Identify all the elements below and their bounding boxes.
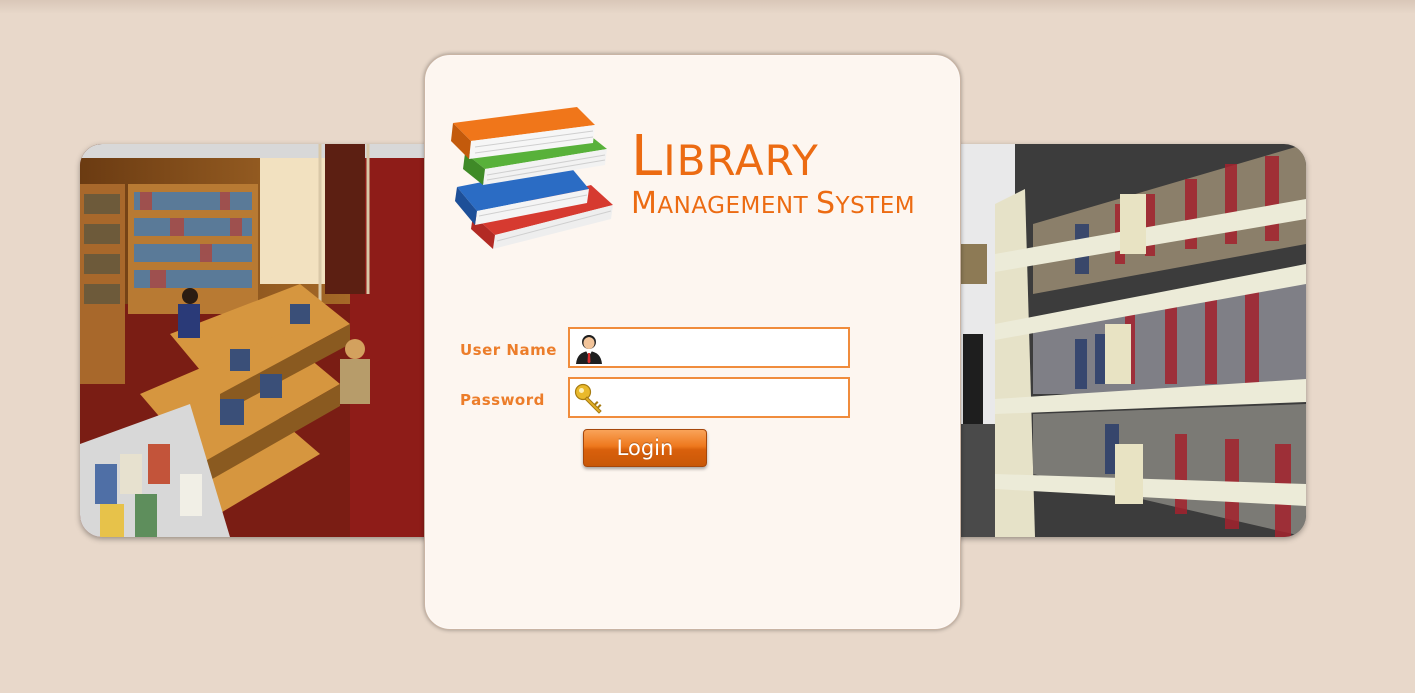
- app-title-initial: L: [631, 124, 664, 189]
- password-input[interactable]: [608, 383, 847, 414]
- app-logo-title: LIBRARY MANAGEMENT SYSTEM: [631, 129, 915, 219]
- app-subtitle-word-1: ANAGEMENT: [657, 193, 809, 219]
- username-label: User Name: [460, 341, 557, 359]
- library-bookshelves-photo: [955, 144, 1306, 537]
- password-field: [568, 377, 850, 418]
- login-button[interactable]: Login: [583, 429, 707, 467]
- username-input[interactable]: [608, 333, 847, 364]
- app-subtitle-initial-2: S: [815, 186, 836, 221]
- app-subtitle-initial-1: M: [631, 186, 658, 221]
- stacked-books-icon: [451, 107, 613, 249]
- app-subtitle: MANAGEMENT SYSTEM: [631, 189, 915, 219]
- app-subtitle-word-2: YSTEM: [835, 193, 916, 219]
- user-avatar-icon: [576, 335, 602, 364]
- app-title: LIBRARY: [631, 129, 915, 185]
- username-field: [568, 327, 850, 368]
- library-reading-room-photo: [80, 144, 430, 537]
- top-shade: [0, 0, 1415, 14]
- password-label: Password: [460, 391, 545, 409]
- app-title-rest: IBRARY: [663, 136, 819, 185]
- key-icon: [574, 383, 602, 414]
- login-card: LIBRARY MANAGEMENT SYSTEM User Name Pass…: [424, 54, 961, 630]
